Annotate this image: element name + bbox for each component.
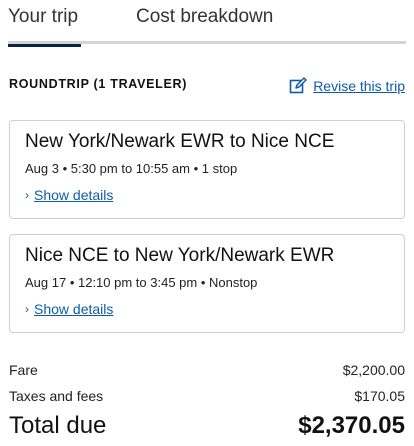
fare-row: Fare $2,200.00: [9, 362, 405, 378]
tab-bar: Your trip Cost breakdown: [8, 0, 406, 47]
show-details-label: Show details: [34, 301, 114, 317]
total-row: Total due $2,370.05: [9, 412, 405, 440]
flight-title: Nice NCE to New York/Newark EWR: [25, 245, 335, 266]
tab-your-trip[interactable]: Your trip: [8, 6, 81, 47]
taxes-label: Taxes and fees: [9, 388, 104, 404]
edit-icon: [289, 77, 307, 94]
chevron-right-icon: ›: [25, 188, 29, 202]
revise-trip-link[interactable]: Revise this trip: [289, 77, 405, 95]
show-details-link[interactable]: › Show details: [25, 187, 113, 203]
tab-your-trip-label: Your trip: [8, 6, 79, 27]
taxes-row: Taxes and fees $170.05: [9, 388, 405, 404]
flight-title: New York/Newark EWR to Nice NCE: [25, 131, 335, 152]
taxes-value: $170.05: [354, 388, 405, 404]
roundtrip-header: ROUNDTRIP (1 TRAVELER): [9, 77, 188, 91]
total-value: $2,370.05: [298, 412, 405, 439]
total-label: Total due: [9, 412, 107, 439]
chevron-right-icon: ›: [25, 302, 29, 316]
flight-schedule: Aug 3 • 5:30 pm to 10:55 am • 1 stop: [25, 161, 238, 176]
fare-value: $2,200.00: [342, 362, 405, 378]
revise-trip-label: Revise this trip: [313, 78, 405, 94]
flight-card-outbound: New York/Newark EWR to Nice NCE Aug 3 • …: [9, 120, 405, 219]
trip-summary-panel: Your trip Cost breakdown ROUNDTRIP (1 TR…: [0, 0, 414, 446]
flight-card-return: Nice NCE to New York/Newark EWR Aug 17 •…: [9, 234, 405, 333]
show-details-label: Show details: [34, 187, 114, 203]
tab-cost-breakdown-label: Cost breakdown: [136, 6, 274, 27]
show-details-link[interactable]: › Show details: [25, 301, 113, 317]
tab-cost-breakdown[interactable]: Cost breakdown: [136, 6, 273, 28]
flight-schedule: Aug 17 • 12:10 pm to 3:45 pm • Nonstop: [25, 275, 258, 290]
fare-label: Fare: [9, 362, 38, 378]
